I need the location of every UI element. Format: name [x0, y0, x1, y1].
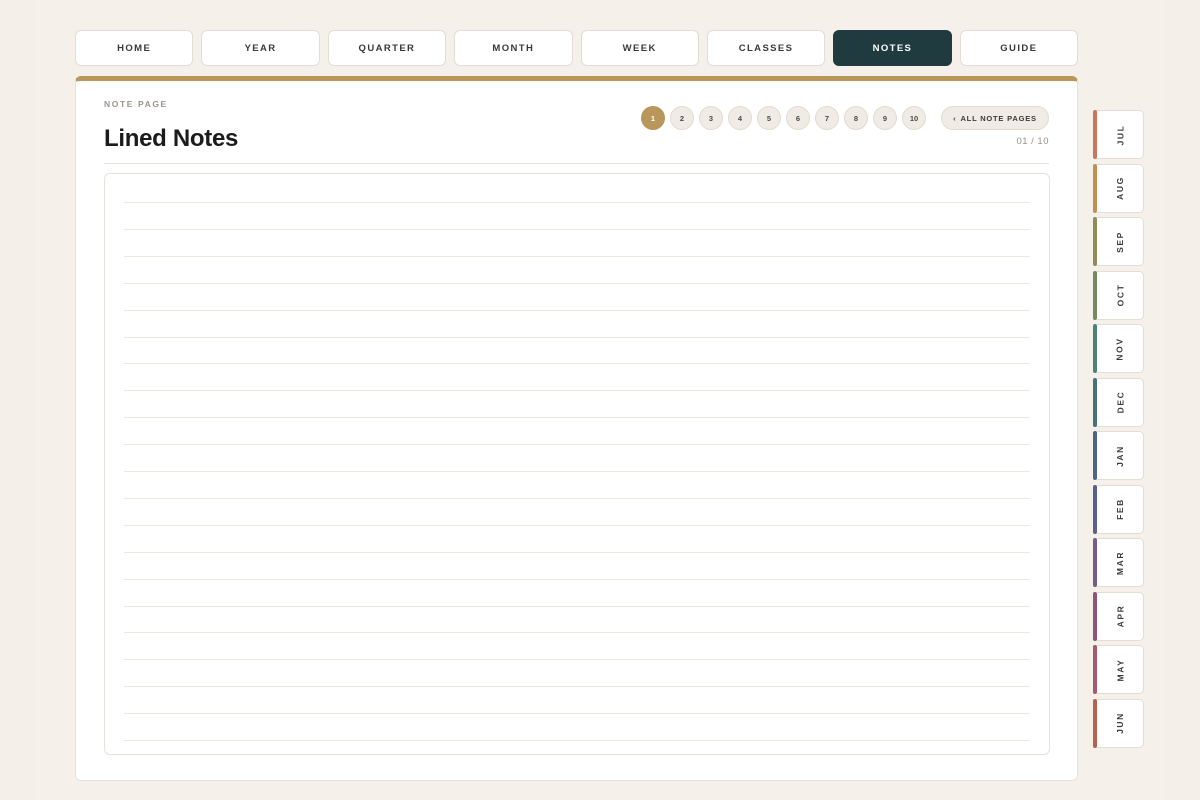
month-tab-card: JAN [1097, 431, 1144, 480]
tab-quarter[interactable]: QUARTER [327, 30, 447, 66]
ruled-line [124, 363, 1030, 365]
month-tab-nov[interactable]: NOV [1093, 324, 1145, 373]
tab-classes[interactable]: CLASSES [706, 30, 826, 66]
month-tab-label: SEP [1115, 230, 1125, 253]
page-button-8[interactable]: 8 [844, 106, 868, 130]
month-tab-jul[interactable]: JUL [1093, 110, 1145, 159]
ruled-line [124, 390, 1030, 392]
page-kicker: NOTE PAGE [104, 99, 168, 109]
lined-writing-area[interactable] [104, 173, 1050, 755]
month-tab-mar[interactable]: MAR [1093, 538, 1145, 587]
page-button-3[interactable]: 3 [699, 106, 723, 130]
page-button-2[interactable]: 2 [670, 106, 694, 130]
month-tab-aug[interactable]: AUG [1093, 163, 1145, 213]
ruled-line [124, 336, 1030, 338]
page-counter: 01 / 10 [1016, 136, 1049, 147]
month-tab-apr[interactable]: APR [1093, 591, 1145, 641]
ruled-line [124, 309, 1030, 311]
ruled-line [124, 632, 1030, 634]
month-tab-label: AUG [1114, 176, 1125, 200]
month-tab-label: NOV [1114, 336, 1125, 361]
top-navigation: HOME YEAR QUARTER MONTH WEEK CLASSES NOTES GUID… [75, 30, 1078, 66]
tab-week[interactable]: WEEK [580, 30, 699, 66]
ruled-line [124, 202, 1030, 203]
month-tab-card: MAY [1097, 645, 1144, 694]
page-button-6[interactable]: 6 [786, 106, 810, 130]
month-tab-card: AUG [1097, 163, 1144, 213]
tab-year[interactable]: YEAR [201, 30, 320, 66]
ruled-line [124, 713, 1030, 715]
page-button-9[interactable]: 9 [873, 106, 897, 130]
month-tab-card: OCT [1097, 270, 1144, 320]
ruled-line [124, 578, 1030, 580]
ruled-line [124, 605, 1030, 607]
month-tab-card: APR [1097, 591, 1144, 641]
ruled-line [124, 551, 1030, 553]
month-tab-sep[interactable]: SEP [1093, 217, 1145, 266]
tab-month[interactable]: MONTH [454, 30, 573, 66]
month-tab-label: MAR [1114, 550, 1125, 575]
ruled-line [124, 497, 1030, 499]
page-pager: 1 2 3 4 5 6 7 8 9 10 [641, 106, 926, 130]
ruled-line [124, 471, 1030, 472]
ruled-line [124, 255, 1030, 257]
page-button-5[interactable]: 5 [757, 106, 781, 130]
month-tab-label: APR [1115, 604, 1125, 628]
ruled-line [124, 740, 1030, 741]
page-button-10[interactable]: 10 [902, 106, 926, 130]
all-note-pages-label: ALL NOTE PAGES [960, 113, 1037, 123]
ruled-line [124, 686, 1030, 688]
month-tab-card: MAR [1097, 538, 1144, 587]
month-tab-oct[interactable]: OCT [1093, 270, 1145, 320]
month-tab-label: JUL [1114, 124, 1125, 145]
month-tab-may[interactable]: MAY [1093, 645, 1145, 694]
page-button-7[interactable]: 7 [815, 106, 839, 130]
ruled-line [124, 228, 1030, 230]
page-button-1[interactable]: 1 [641, 106, 665, 130]
ruled-line [124, 417, 1030, 419]
tab-guide[interactable]: GUIDE [959, 30, 1078, 66]
month-tab-jan[interactable]: JAN [1093, 431, 1145, 480]
month-tab-dec[interactable]: DEC [1093, 377, 1145, 427]
month-tab-label: OCT [1115, 283, 1125, 307]
month-tab-feb[interactable]: FEB [1093, 484, 1145, 534]
month-tab-label: FEB [1115, 498, 1125, 520]
month-tab-label: MAY [1114, 658, 1125, 681]
ruled-line [124, 524, 1030, 526]
page-title: Lined Notes [104, 125, 239, 152]
month-tab-card: FEB [1097, 484, 1144, 534]
month-tab-card: JUN [1097, 698, 1144, 748]
month-tab-label: DEC [1115, 390, 1125, 414]
notes-panel: NOTE PAGE Lined Notes 1 2 3 4 5 6 7 8 9 10 ‹ ALL … [75, 76, 1078, 781]
tab-home[interactable]: HOME [75, 30, 194, 66]
ruled-line [124, 659, 1030, 661]
page-button-4[interactable]: 4 [728, 106, 752, 130]
month-tab-card: DEC [1097, 377, 1144, 427]
month-tab-jun[interactable]: JUN [1093, 698, 1145, 748]
month-tab-label: JAN [1115, 444, 1125, 467]
ruled-line [124, 444, 1030, 446]
month-tab-card: JUL [1097, 110, 1144, 159]
chevron-left-icon: ‹ [953, 113, 957, 123]
ruled-line [124, 282, 1030, 284]
month-tab-card: NOV [1097, 324, 1144, 373]
month-tab-card: SEP [1097, 217, 1144, 266]
all-note-pages-button[interactable]: ‹ ALL NOTE PAGES [941, 106, 1049, 130]
tab-notes[interactable]: NOTES [833, 30, 952, 66]
header-divider [104, 163, 1049, 164]
month-tab-label: JUN [1115, 712, 1125, 734]
